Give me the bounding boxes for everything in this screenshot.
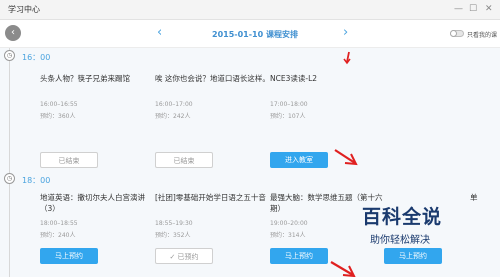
prev-day-icon[interactable]: ‹ bbox=[157, 25, 162, 41]
course-booked-count: 预约：240人 bbox=[40, 232, 76, 239]
maximize-icon[interactable]: ☐ bbox=[469, 4, 477, 14]
book-now-button[interactable]: 马上预约 bbox=[40, 248, 98, 264]
course-booked-count: 预约：242人 bbox=[155, 113, 191, 120]
course-card: 地道英语：撒切尔夫人白宫演讲（3） 18:00–18:55 预约：240人 马上… bbox=[40, 192, 158, 264]
booked-button: ✓ 已预约 bbox=[155, 248, 213, 264]
course-time: 16:00–17:00 bbox=[155, 101, 193, 108]
clock-icon: ◷ bbox=[4, 173, 15, 184]
watermark: 百科全说 助你轻松解决 bbox=[362, 202, 496, 254]
booked-button-label: 已预约 bbox=[177, 253, 199, 261]
course-booked-count: 预约：360人 bbox=[40, 113, 76, 120]
clock-icon: ◷ bbox=[4, 50, 15, 61]
time-slot-label: 16：00 bbox=[22, 53, 51, 62]
course-time: 18:55–19:30 bbox=[155, 220, 193, 227]
course-title[interactable]: [社团]零基础开始学日语之五十音 bbox=[155, 192, 273, 216]
enter-classroom-button[interactable]: 进入教室 bbox=[270, 152, 328, 168]
course-booked-count: 预约：352人 bbox=[155, 232, 191, 239]
course-card: [社团]零基础开始学日语之五十音 18:55–19:30 预约：352人 ✓ 已… bbox=[155, 192, 273, 264]
back-button[interactable]: ‹ bbox=[5, 25, 21, 41]
course-title[interactable]: 头条人物？筷子兄弟来踢馆 bbox=[40, 73, 158, 97]
course-time: 18:00–18:55 bbox=[40, 220, 78, 227]
ended-button: 已结束 bbox=[155, 152, 213, 168]
date-navigation-bar: ‹ ‹ 2015-01-10 课程安排 › 只看我的课 bbox=[0, 20, 500, 48]
my-courses-toggle-label: 只看我的课 bbox=[467, 32, 498, 39]
window-titlebar: 学习中心 — ☐ ✕ bbox=[0, 0, 500, 20]
watermark-logo-text: 百科全说 bbox=[362, 206, 443, 228]
course-time: 16:00–16:55 bbox=[40, 101, 78, 108]
timeline-line bbox=[9, 48, 10, 277]
chevron-left-icon: ‹ bbox=[11, 27, 15, 38]
time-slot-label: 18：00 bbox=[22, 176, 51, 185]
course-time: 17:00–18:00 bbox=[270, 101, 308, 108]
next-day-icon[interactable]: › bbox=[343, 25, 348, 41]
course-card: 头条人物？筷子兄弟来踢馆 16:00–16:55 预约：360人 已结束 bbox=[40, 73, 158, 168]
minimize-icon[interactable]: — bbox=[454, 4, 463, 14]
course-title[interactable]: 唉 这你也会说？地道口语长这样。 bbox=[155, 73, 273, 97]
watermark-slogan: 助你轻松解决 bbox=[370, 235, 430, 246]
course-booked-count: 预约：107人 bbox=[270, 113, 306, 120]
course-title[interactable]: 地道英语：撒切尔夫人白宫演讲（3） bbox=[40, 192, 158, 216]
ended-button: 已结束 bbox=[40, 152, 98, 168]
my-courses-toggle[interactable] bbox=[450, 30, 464, 37]
course-card: NCE3读读-L2 17:00–18:00 预约：107人 进入教室 bbox=[270, 73, 388, 168]
date-title: 2015-01-10 课程安排 bbox=[212, 30, 298, 39]
course-card: 唉 这你也会说？地道口语长这样。 16:00–17:00 预约：242人 已结束 bbox=[155, 73, 273, 168]
book-now-button[interactable]: 马上预约 bbox=[270, 248, 328, 264]
window-title: 学习中心 bbox=[8, 5, 40, 14]
toggle-knob bbox=[450, 30, 457, 37]
course-title[interactable]: NCE3读读-L2 bbox=[270, 73, 388, 97]
close-icon[interactable]: ✕ bbox=[485, 4, 493, 14]
check-icon: ✓ bbox=[169, 253, 178, 261]
